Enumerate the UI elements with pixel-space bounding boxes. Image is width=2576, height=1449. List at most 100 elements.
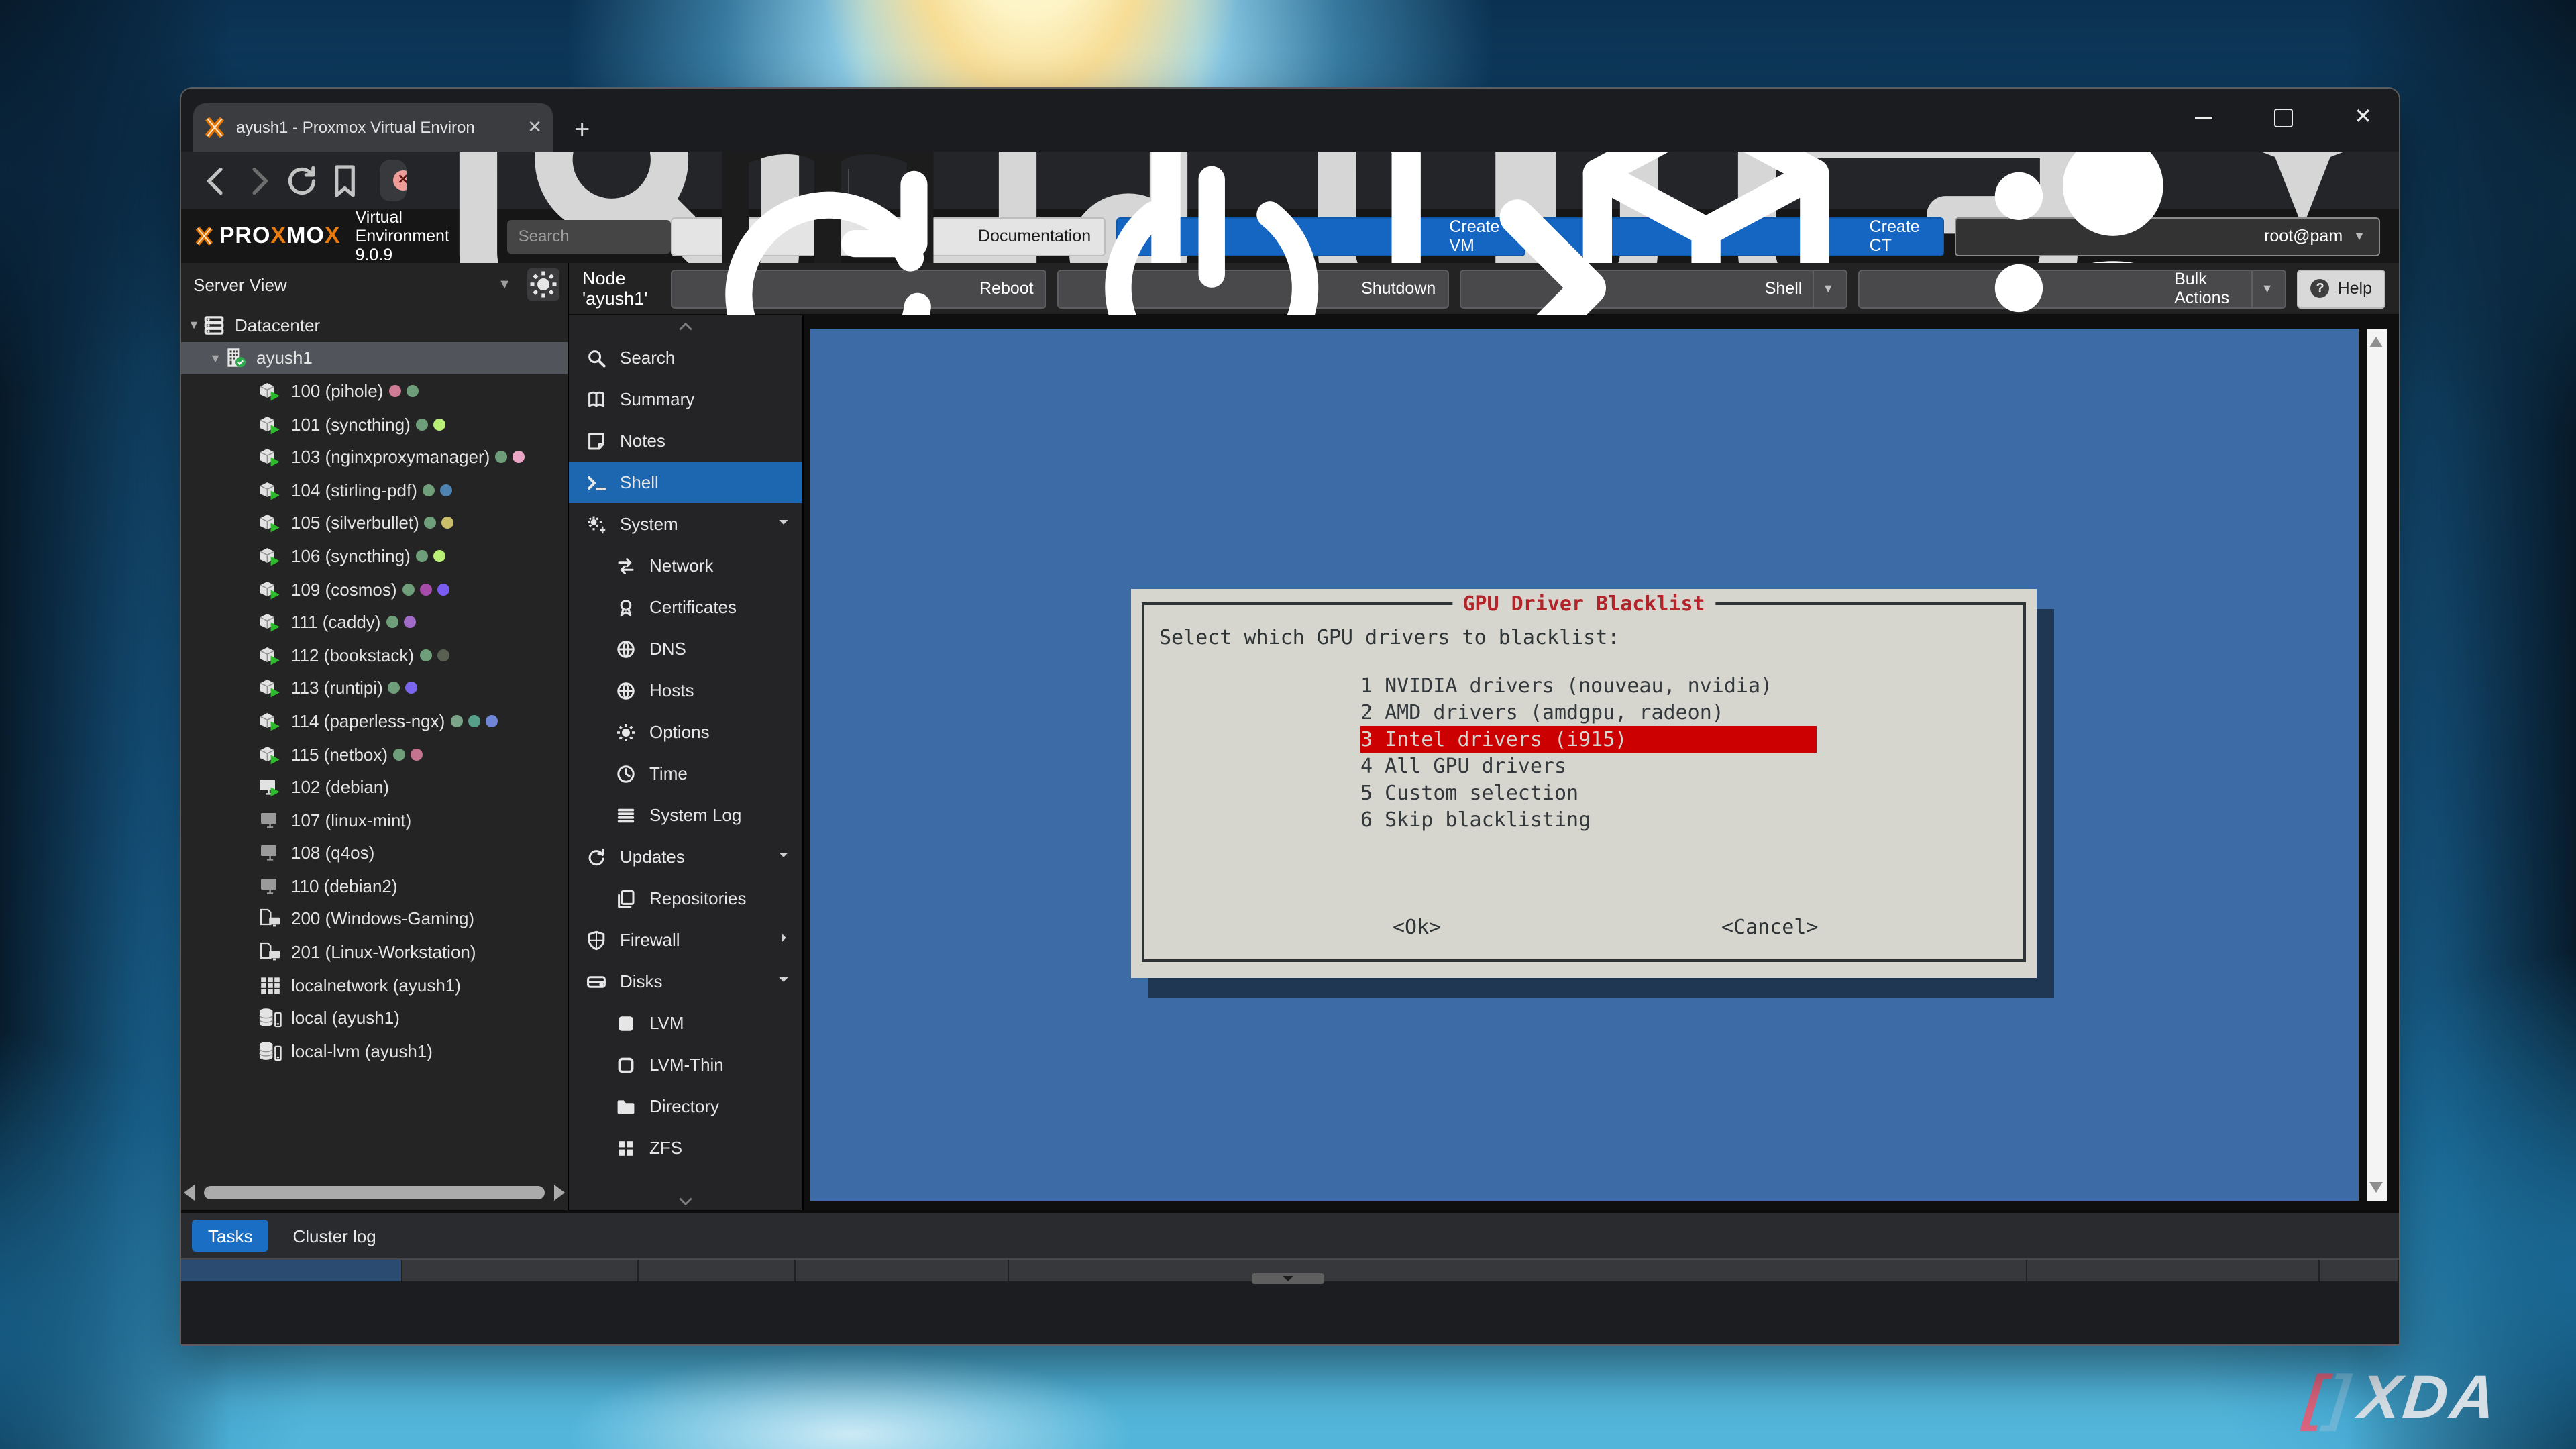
maximize-icon[interactable]	[2273, 109, 2292, 127]
forward-icon[interactable]	[240, 162, 278, 199]
terminal-scrollbar[interactable]	[2367, 329, 2387, 1201]
dialog-option[interactable]: 6 Skip blacklisting	[1360, 806, 1817, 833]
caret-right-icon[interactable]	[775, 930, 792, 950]
tree-item[interactable]: 101 (syncthing)	[181, 408, 568, 441]
scroll-up-icon[interactable]	[2369, 337, 2383, 347]
tree-item[interactable]: local (ayush1)	[181, 1002, 568, 1034]
scroll-down-icon[interactable]	[2369, 1182, 2383, 1193]
caret-down-icon[interactable]	[775, 514, 792, 534]
nav-item-label: LVM	[649, 1013, 684, 1033]
ok-button[interactable]: <Ok>	[1393, 915, 1441, 939]
dialog-option[interactable]: 1 NVIDIA drivers (nouveau, nvidia)	[1360, 672, 1817, 699]
tab-cluster-log[interactable]: Cluster log	[292, 1226, 376, 1246]
not-secure-icon[interactable]: ✕	[393, 170, 407, 191]
tree-settings-button[interactable]	[527, 268, 559, 301]
nav-item-zfs[interactable]: ZFS	[569, 1127, 802, 1169]
lxc-running-icon	[258, 479, 283, 502]
tree-item[interactable]: 103 (nginxproxymanager)	[181, 441, 568, 474]
tab-close-icon[interactable]: ✕	[527, 117, 542, 138]
tree-horizontal-scrollbar[interactable]	[184, 1183, 565, 1202]
tree-item[interactable]: localnetwork (ayush1)	[181, 969, 568, 1002]
tree-item[interactable]: 201 (Linux-Workstation)	[181, 936, 568, 969]
tree-item[interactable]: 106 (syncthing)	[181, 539, 568, 572]
tree-item[interactable]: 113 (runtipi)	[181, 672, 568, 704]
dialog-option[interactable]: 3 Intel drivers (i915)	[1360, 726, 1817, 753]
chevron-down-icon[interactable]: ▼	[2252, 270, 2273, 307]
tree-item[interactable]: 108 (q4os)	[181, 837, 568, 869]
dialog-option[interactable]: 4 All GPU drivers	[1360, 753, 1817, 780]
nav-item-label: System Log	[649, 805, 741, 825]
tree-item[interactable]: 114 (paperless-ngx)	[181, 704, 568, 737]
browser-tab[interactable]: ayush1 - Proxmox Virtual Environ ✕	[193, 103, 553, 152]
tree-item[interactable]: 115 (netbox)	[181, 737, 568, 770]
back-icon[interactable]	[197, 162, 235, 199]
nav-item-search[interactable]: Search	[569, 337, 802, 378]
tree-item[interactable]: 200 (Windows-Gaming)	[181, 902, 568, 935]
panel-splitter-handle[interactable]	[1252, 1273, 1324, 1284]
nav-item-system[interactable]: System	[569, 503, 802, 545]
dialog-option[interactable]: 2 AMD drivers (amdgpu, radeon)	[1360, 699, 1817, 726]
nav-item-lvm[interactable]: LVM	[569, 1002, 802, 1044]
scrollbar-thumb[interactable]	[204, 1186, 545, 1199]
nav-item-label: Network	[649, 555, 713, 576]
tree-item[interactable]: 100 (pihole)	[181, 374, 568, 407]
tree-item[interactable]: 107 (linux-mint)	[181, 804, 568, 837]
dialog-option[interactable]: 5 Custom selection	[1360, 780, 1817, 806]
nav-item-dns[interactable]: DNS	[569, 628, 802, 669]
cancel-button[interactable]: <Cancel>	[1721, 915, 1819, 939]
view-selector[interactable]: Server View	[193, 274, 498, 294]
nav-item-network[interactable]: Network	[569, 545, 802, 586]
reload-icon[interactable]	[283, 162, 321, 199]
nav-item-time[interactable]: Time	[569, 753, 802, 794]
tree-item[interactable]: 112 (bookstack)	[181, 639, 568, 672]
minimize-icon[interactable]	[2194, 117, 2212, 119]
tree-expand-icon[interactable]: ▼	[186, 319, 201, 332]
terminal-screen[interactable]: GPU Driver Blacklist Select which GPU dr…	[810, 329, 2359, 1201]
global-search-input[interactable]: Search	[508, 219, 672, 253]
tree-item[interactable]: 109 (cosmos)	[181, 573, 568, 606]
nav-scroll-down-icon[interactable]	[569, 1191, 802, 1210]
tree-item[interactable]: local-lvm (ayush1)	[181, 1034, 568, 1067]
nav-item-summary[interactable]: Summary	[569, 378, 802, 420]
help-button[interactable]: ? Help	[2298, 269, 2385, 308]
nav-item-hosts[interactable]: Hosts	[569, 669, 802, 711]
nav-scroll-up-icon[interactable]	[569, 318, 802, 337]
bookmark-icon[interactable]	[326, 162, 364, 199]
tree-item[interactable]: 105 (silverbullet)	[181, 506, 568, 539]
shell-button[interactable]: Shell ▼	[1460, 269, 1847, 308]
nav-item-lvm-thin[interactable]: LVM-Thin	[569, 1044, 802, 1085]
nav-item-certificates[interactable]: Certificates	[569, 586, 802, 628]
tree-item[interactable]: 102 (debian)	[181, 771, 568, 804]
shutdown-button[interactable]: Shutdown	[1058, 269, 1450, 308]
nav-item-disks[interactable]: Disks	[569, 961, 802, 1002]
new-tab-button[interactable]: +	[574, 117, 590, 144]
bulk-actions-button[interactable]: Bulk Actions ▼	[1858, 269, 2286, 308]
tree-expand-icon[interactable]: ▼	[208, 352, 223, 365]
reboot-button[interactable]: Reboot	[671, 269, 1047, 308]
nav-item-shell[interactable]: Shell	[569, 462, 802, 503]
close-icon[interactable]: ✕	[2354, 107, 2372, 129]
tree-item[interactable]: 104 (stirling-pdf)	[181, 474, 568, 506]
tree-item[interactable]: 110 (debian2)	[181, 869, 568, 902]
chevron-down-icon[interactable]: ▼	[498, 277, 511, 292]
nav-item-repositories[interactable]: Repositories	[569, 877, 802, 919]
node-nav-list: SearchSummaryNotesShellSystem Network Cert…	[569, 337, 802, 1191]
tab-tasks[interactable]: Tasks	[192, 1220, 268, 1252]
nav-item-options[interactable]: Options	[569, 711, 802, 753]
tree-item[interactable]: ▼Datacenter	[181, 309, 568, 341]
address-bar[interactable]: ✕ Not secure https://192.168.1.97:8006/#…	[380, 160, 407, 201]
shell-console[interactable]: GPU Driver Blacklist Select which GPU dr…	[804, 315, 2399, 1210]
tree-item[interactable]: 111 (caddy)	[181, 606, 568, 639]
chevron-down-icon[interactable]: ▼	[1813, 270, 1834, 307]
nav-item-system-log[interactable]: System Log	[569, 794, 802, 836]
nav-item-notes[interactable]: Notes	[569, 420, 802, 462]
nav-item-directory[interactable]: Directory	[569, 1085, 802, 1127]
nav-item-firewall[interactable]: Firewall	[569, 919, 802, 961]
caret-down-icon[interactable]	[775, 847, 792, 867]
caret-down-icon[interactable]	[775, 971, 792, 991]
scroll-right-icon[interactable]	[554, 1185, 565, 1201]
nav-item-updates[interactable]: Updates	[569, 836, 802, 877]
scroll-left-icon[interactable]	[184, 1185, 195, 1201]
tree-item[interactable]: ▼ayush1	[181, 341, 568, 374]
status-dot	[416, 550, 428, 562]
